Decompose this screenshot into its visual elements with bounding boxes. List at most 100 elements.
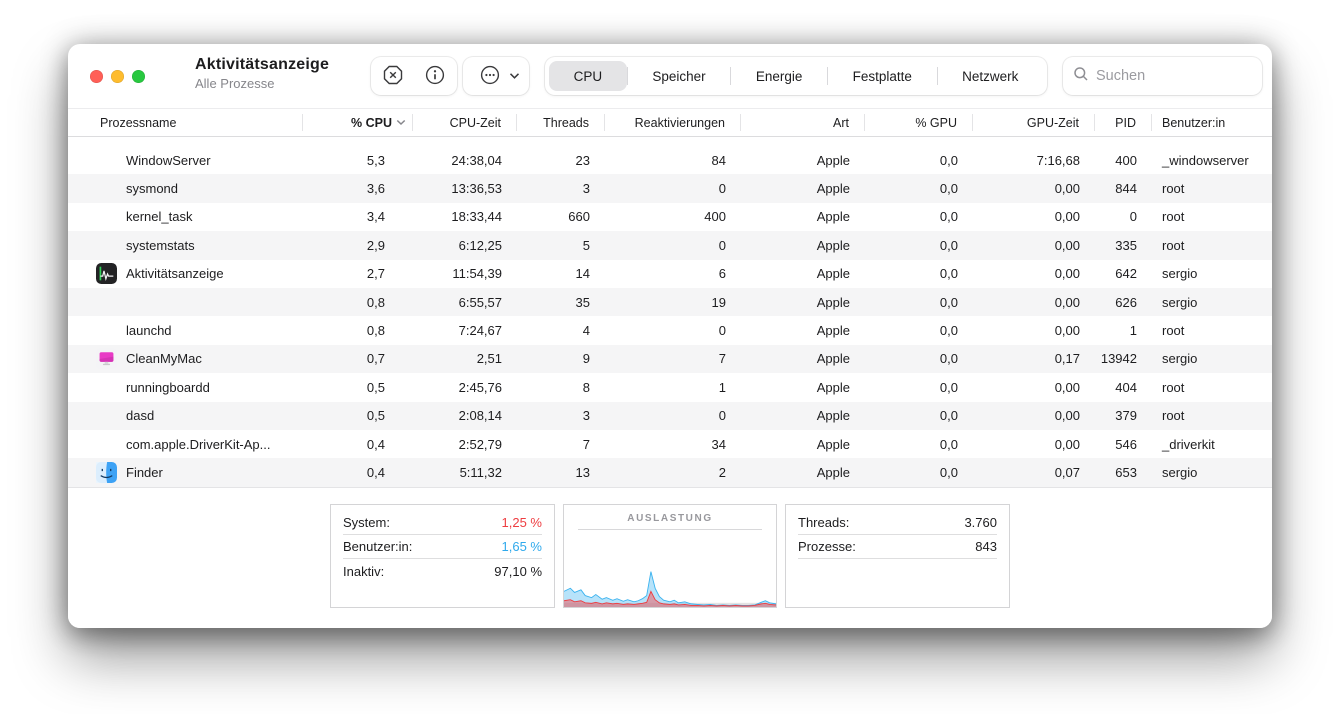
cell-cpu_time: 24:38,04	[413, 153, 517, 168]
table-row[interactable]: kernel_task3,418:33,44660400Apple0,00,00…	[68, 203, 1272, 231]
cell-gpu_time: 0,00	[973, 323, 1095, 338]
cell-name: WindowServer	[68, 150, 303, 171]
view-tabs: CPUSpeicherEnergieFestplatteNetzwerk	[545, 57, 1047, 95]
table-row[interactable]: com.apple.DriverKit-Ap...0,42:52,79734Ap…	[68, 430, 1272, 458]
chart-title: AUSLASTUNG	[564, 505, 776, 524]
tab-netzwerk[interactable]: Netzwerk	[938, 61, 1043, 91]
table-row[interactable]: CleanMyMac0,72,5197Apple0,00,1713942serg…	[68, 345, 1272, 373]
cell-name: Aktivitätsanzeige	[68, 263, 303, 284]
cell-threads: 7	[517, 437, 605, 452]
column-header-threads[interactable]: Threads	[517, 114, 605, 131]
cell-pid: 400	[1095, 153, 1152, 168]
cell-threads: 4	[517, 323, 605, 338]
cell-wakeups: 1	[605, 380, 741, 395]
footer-stats: System:1,25 %Benutzer:in:1,65 %Inaktiv:9…	[68, 487, 1272, 628]
cell-cpu: 0,8	[303, 323, 413, 338]
column-header-cpu_time[interactable]: CPU-Zeit	[413, 114, 517, 131]
cell-wakeups: 6	[605, 266, 741, 281]
column-label: % GPU	[915, 116, 957, 130]
cell-wakeups: 0	[605, 408, 741, 423]
table-row[interactable]: launchd0,87:24,6740Apple0,00,001root	[68, 316, 1272, 344]
cell-wakeups: 0	[605, 323, 741, 338]
cell-pid: 653	[1095, 465, 1152, 480]
titlebar[interactable]: Aktivitätsanzeige Alle Prozesse	[68, 44, 1272, 108]
cell-cpu_time: 6:12,25	[413, 238, 517, 253]
cell-kind: Apple	[741, 238, 865, 253]
close-button[interactable]	[90, 70, 103, 83]
cell-gpu_time: 7:16,68	[973, 153, 1095, 168]
tab-speicher[interactable]: Speicher	[628, 61, 731, 91]
cell-pid: 335	[1095, 238, 1152, 253]
icon-spacer	[96, 405, 117, 426]
table-row[interactable]: Aktivitätsanzeige2,711:54,39146Apple0,00…	[68, 260, 1272, 288]
column-header-name[interactable]: Prozessname	[68, 114, 303, 131]
column-header-user[interactable]: Benutzer:in	[1152, 114, 1272, 131]
cell-gpu_time: 0,00	[973, 295, 1095, 310]
cell-threads: 5	[517, 238, 605, 253]
table-row[interactable]: 0,86:55,573519Apple0,00,00626sergio	[68, 288, 1272, 316]
column-label: Threads	[543, 116, 589, 130]
icon-spacer	[96, 434, 117, 455]
column-header-cpu[interactable]: % CPU	[303, 114, 413, 131]
cpu-load-chart	[564, 555, 776, 607]
search-input[interactable]	[1096, 68, 1252, 84]
cell-cpu_time: 11:54,39	[413, 266, 517, 281]
column-label: CPU-Zeit	[450, 116, 501, 130]
table-header: Prozessname% CPU CPU-Zeit Threads Reaktivie…	[68, 108, 1272, 137]
cell-kind: Apple	[741, 181, 865, 196]
cell-gpu: 0,0	[865, 437, 973, 452]
tab-energie[interactable]: Energie	[731, 61, 827, 91]
process-name: dasd	[126, 408, 154, 423]
cell-threads: 14	[517, 266, 605, 281]
stop-process-button[interactable]	[373, 57, 413, 95]
zoom-button[interactable]	[132, 70, 145, 83]
icon-spacer	[96, 206, 117, 227]
cell-user: root	[1152, 380, 1272, 395]
column-header-gpu_time[interactable]: GPU-Zeit	[973, 114, 1095, 131]
cell-wakeups: 84	[605, 153, 741, 168]
cell-kind: Apple	[741, 351, 865, 366]
column-header-kind[interactable]: Art	[741, 114, 865, 131]
column-label: GPU-Zeit	[1027, 116, 1079, 130]
table-row[interactable]: dasd0,52:08,1430Apple0,00,00379root	[68, 402, 1272, 430]
cell-user: sergio	[1152, 295, 1272, 310]
table-row[interactable]: WindowServer5,324:38,042384Apple0,07:16,…	[68, 146, 1272, 174]
column-header-gpu[interactable]: % GPU	[865, 114, 973, 131]
table-row[interactable]: Finder0,45:11,32132Apple0,00,07653sergio	[68, 458, 1272, 486]
cell-user: sergio	[1152, 351, 1272, 366]
cell-cpu: 0,5	[303, 408, 413, 423]
stat-label: Inaktiv:	[343, 564, 384, 579]
cell-cpu_time: 2:08,14	[413, 408, 517, 423]
cell-kind: Apple	[741, 295, 865, 310]
table-row[interactable]: sysmond3,613:36,5330Apple0,00,00844root	[68, 174, 1272, 202]
cell-gpu: 0,0	[865, 266, 973, 281]
inspect-process-button[interactable]	[415, 57, 455, 95]
cell-threads: 13	[517, 465, 605, 480]
cell-cpu: 2,9	[303, 238, 413, 253]
more-options-button[interactable]	[473, 57, 507, 95]
search-icon	[1073, 66, 1089, 87]
icon-spacer	[96, 150, 117, 171]
cell-user: root	[1152, 209, 1272, 224]
cell-gpu: 0,0	[865, 238, 973, 253]
tab-festplatte[interactable]: Festplatte	[828, 61, 937, 91]
column-header-wakeups[interactable]: Reaktivierungen	[605, 114, 741, 131]
cell-gpu: 0,0	[865, 295, 973, 310]
cell-gpu_time: 0,00	[973, 408, 1095, 423]
cell-user: _driverkit	[1152, 437, 1272, 452]
cell-kind: Apple	[741, 153, 865, 168]
process-name: sysmond	[126, 181, 178, 196]
table-row[interactable]: runningboardd0,52:45,7681Apple0,00,00404…	[68, 373, 1272, 401]
search-field[interactable]	[1063, 57, 1262, 95]
cell-gpu: 0,0	[865, 380, 973, 395]
chevron-down-icon	[509, 72, 520, 80]
minimize-button[interactable]	[111, 70, 124, 83]
table-row[interactable]: systemstats2,96:12,2550Apple0,00,00335ro…	[68, 231, 1272, 259]
process-name: WindowServer	[126, 153, 211, 168]
column-header-pid[interactable]: PID	[1095, 114, 1152, 131]
icon-spacer	[96, 292, 117, 313]
cell-pid: 642	[1095, 266, 1152, 281]
tab-cpu[interactable]: CPU	[549, 61, 627, 91]
cell-wakeups: 0	[605, 181, 741, 196]
icon-spacer	[96, 320, 117, 341]
